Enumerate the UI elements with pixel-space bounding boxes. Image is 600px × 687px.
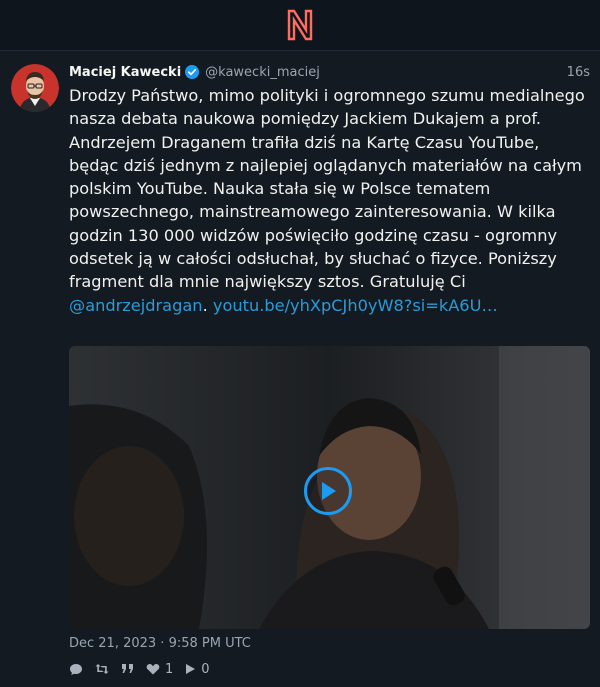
tweet-time[interactable]: 16s	[567, 65, 590, 80]
fullname[interactable]: Maciej Kawecki	[69, 65, 181, 80]
play-views-icon	[185, 663, 196, 675]
like-count: 1	[165, 661, 174, 677]
username[interactable]: @kawecki_maciej	[205, 65, 320, 80]
play-icon	[318, 480, 338, 502]
retweet-stat[interactable]	[95, 663, 109, 675]
avatar[interactable]	[11, 64, 59, 112]
like-stat[interactable]: 1	[146, 662, 173, 677]
verified-badge-icon	[185, 65, 200, 79]
quote-stat[interactable]	[121, 663, 134, 675]
top-navbar	[0, 0, 600, 51]
views-count: 0	[201, 661, 210, 677]
quote-icon	[121, 663, 134, 675]
tweet-date[interactable]: Dec 21, 2023 · 9:58 PM UTC	[69, 636, 251, 651]
tweet-content: Drodzy Państwo, mimo polityki i ogromneg…	[69, 84, 585, 317]
nitter-logo-icon[interactable]	[285, 8, 315, 42]
tweet-stats: 1 0	[69, 659, 222, 679]
text-separator: .	[202, 295, 213, 315]
comment-icon	[69, 663, 83, 676]
views-stat[interactable]: 0	[185, 661, 210, 677]
heart-icon	[146, 663, 160, 675]
tweet-header: Maciej Kawecki @kawecki_maciej 16s	[69, 62, 590, 82]
video-player[interactable]	[69, 346, 590, 629]
reply-stat[interactable]	[69, 663, 83, 676]
tweet-text: Drodzy Państwo, mimo polityki i ogromneg…	[69, 86, 590, 292]
retweet-icon	[95, 663, 109, 675]
play-button[interactable]	[304, 467, 352, 515]
url-link[interactable]: youtu.be/yhXpCJh0yW8?si=kA6U…	[213, 296, 498, 315]
mention-link[interactable]: @andrzejdragan	[69, 296, 203, 315]
